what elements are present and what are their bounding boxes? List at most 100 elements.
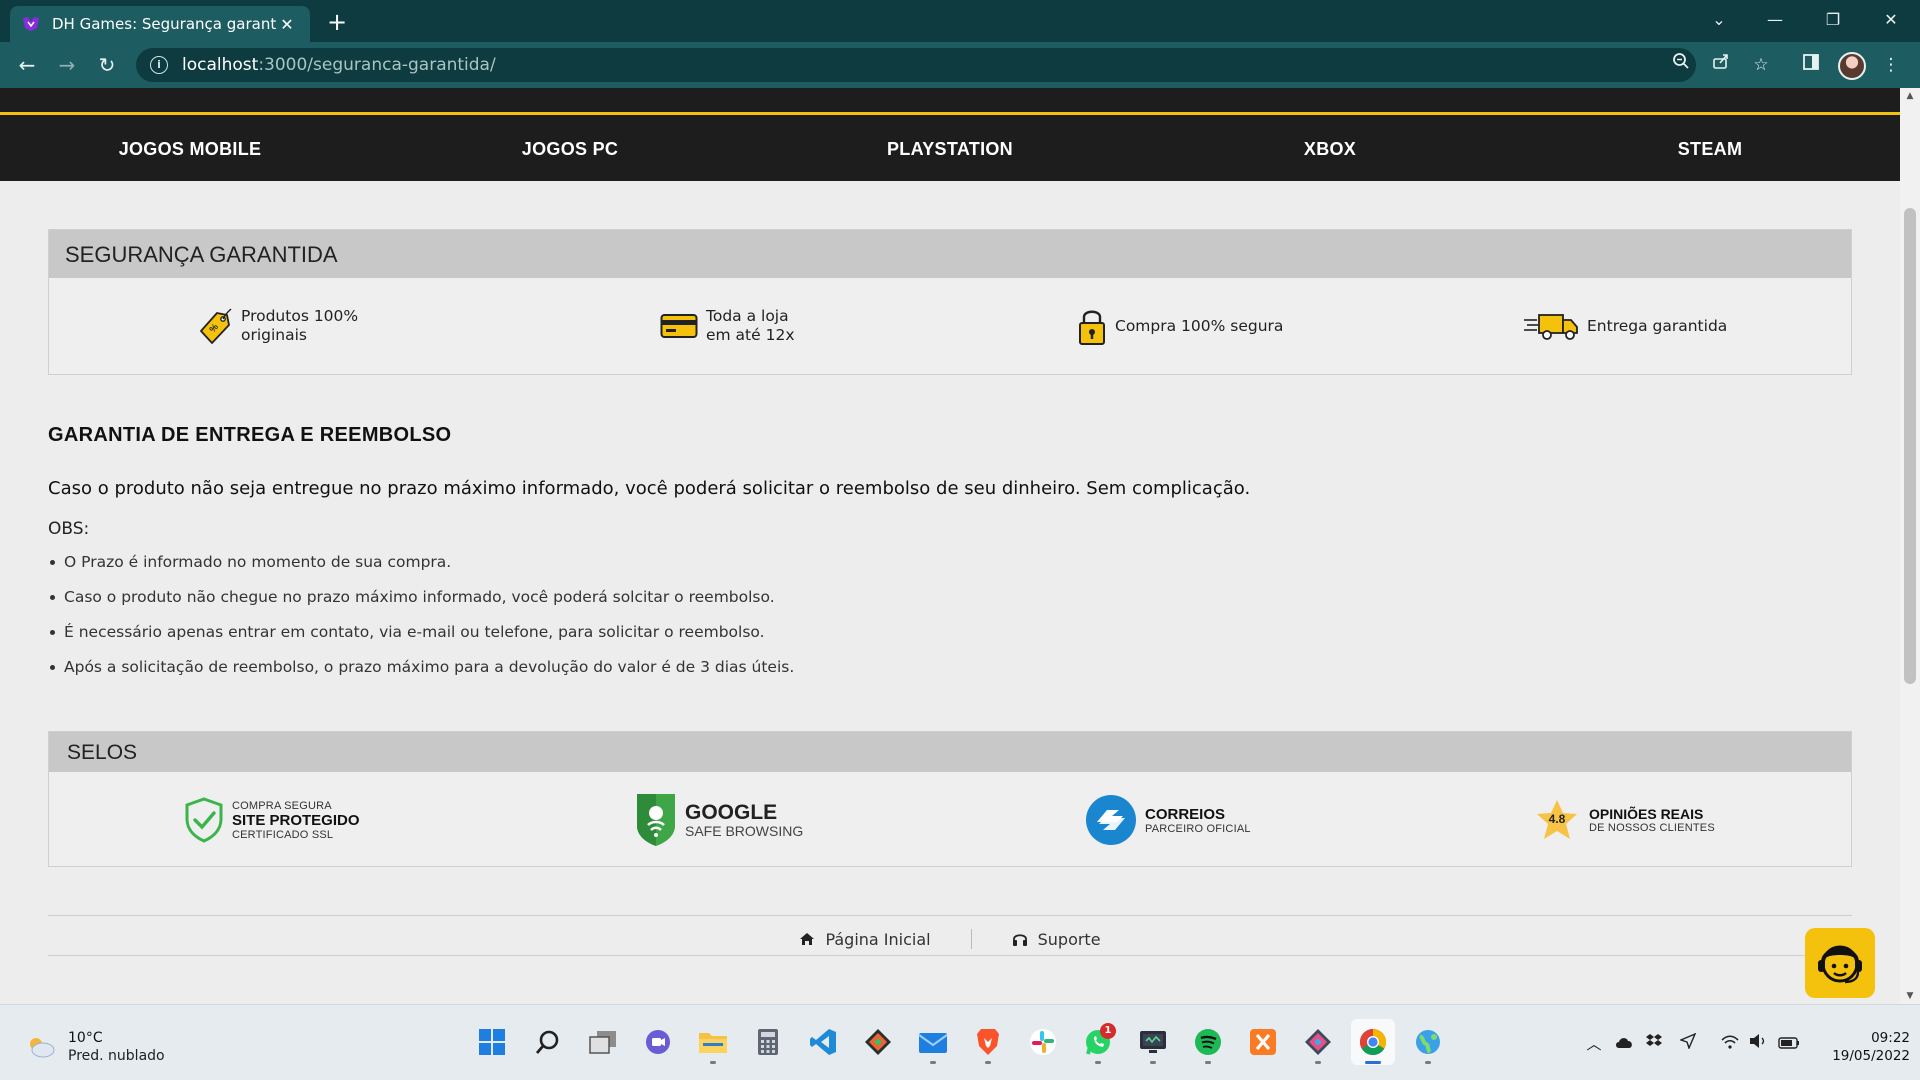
nav-jogos-mobile[interactable]: JOGOS MOBILE	[0, 115, 380, 181]
scroll-thumb[interactable]	[1904, 208, 1916, 684]
footer-link-home[interactable]: Página Inicial	[759, 930, 970, 949]
taskbar-git-tool-2[interactable]	[1296, 1019, 1340, 1065]
dropbox-icon[interactable]	[1642, 1029, 1666, 1059]
wifi-icon[interactable]	[1718, 1029, 1742, 1059]
guarantee-lead: Caso o produto não seja entregue no praz…	[48, 478, 1251, 499]
nav-playstation[interactable]: PLAYSTATION	[760, 115, 1140, 181]
taskbar-vscode[interactable]	[801, 1019, 845, 1065]
tray-overflow-chevron-icon[interactable]: ︿	[1582, 1029, 1606, 1059]
address-bar[interactable]: i localhost:3000/seguranca-garantida/	[136, 48, 1696, 82]
dh-games-favicon-icon	[23, 17, 39, 31]
share-icon[interactable]	[1706, 50, 1736, 80]
padlock-icon	[1079, 310, 1105, 345]
feature-secure-purchase: Compra 100% segura	[1077, 278, 1283, 374]
rating-value: 4.8	[1548, 812, 1566, 826]
task-view-button[interactable]	[581, 1019, 625, 1065]
taskbar-brave[interactable]	[966, 1019, 1010, 1065]
tag-icon: %	[200, 308, 232, 344]
taskbar-terminal-tool[interactable]	[1131, 1019, 1175, 1065]
weather-widget[interactable]: 10°C Pred. nublado	[26, 1029, 165, 1065]
bookmark-star-icon[interactable]: ☆	[1746, 50, 1776, 80]
taskbar-whatsapp[interactable]: 1	[1076, 1019, 1120, 1065]
footer-link-support[interactable]: Suporte	[972, 930, 1141, 949]
reload-button[interactable]: ↻	[92, 50, 122, 80]
chat-icon	[646, 1030, 670, 1054]
correios-logo-icon	[1086, 795, 1136, 845]
running-indicator	[1150, 1061, 1156, 1064]
taskbar-slack[interactable]	[1021, 1019, 1065, 1065]
new-tab-button[interactable]: +	[322, 8, 352, 38]
list-item: O Prazo é informado no momento de sua co…	[48, 545, 794, 580]
seal-main-text: SITE PROTEGIDO	[232, 811, 360, 829]
seal-correios: CORREIOS PARCEIRO OFICIAL	[1085, 772, 1251, 868]
search-button[interactable]	[526, 1019, 570, 1065]
feature-original-products: % Produtos 100% originais	[197, 278, 358, 374]
footer-links: Página Inicial Suporte	[0, 927, 1900, 951]
search-icon	[535, 1030, 559, 1054]
nav-jogos-pc[interactable]: JOGOS PC	[380, 115, 760, 181]
feature-label-line2: em até 12x	[706, 326, 795, 344]
taskbar-file-explorer[interactable]	[691, 1019, 735, 1065]
running-indicator	[710, 1061, 716, 1064]
volume-icon[interactable]	[1746, 1029, 1770, 1059]
taskbar-globe-app[interactable]	[1406, 1019, 1450, 1065]
profile-avatar[interactable]	[1838, 52, 1866, 80]
category-nav: JOGOS MOBILE JOGOS PC PLAYSTATION XBOX S…	[0, 115, 1900, 181]
running-indicator	[1095, 1061, 1101, 1064]
seal-sub-text: DE NOSSOS CLIENTES	[1589, 822, 1715, 834]
feature-guaranteed-delivery: Entrega garantida	[1523, 278, 1727, 374]
support-agent-icon	[1818, 945, 1862, 984]
nav-xbox[interactable]: XBOX	[1140, 115, 1520, 181]
windows-taskbar: 10°C Pred. nublado 1 ︿ 09:22 19/05/2022	[0, 1004, 1920, 1080]
seal-main-text: CORREIOS	[1145, 805, 1226, 823]
browser-tab[interactable]: DH Games: Segurança garantida ✕	[10, 6, 310, 42]
slack-icon	[1030, 1029, 1056, 1055]
onedrive-cloud-icon[interactable]	[1612, 1029, 1636, 1059]
taskbar-chrome[interactable]	[1351, 1019, 1395, 1065]
taskbar-spotify[interactable]	[1186, 1019, 1230, 1065]
clock-time: 09:22	[1871, 1030, 1910, 1046]
scroll-up-icon[interactable]: ▲	[1904, 90, 1916, 102]
start-button[interactable]	[470, 1019, 514, 1065]
page-scrollbar[interactable]: ▲ ▼	[1900, 88, 1920, 1004]
minimize-button[interactable]: —	[1752, 0, 1798, 42]
chrome-icon	[1359, 1028, 1387, 1056]
browser-tab-strip: DH Games: Segurança garantida ✕ + ⌄ — ❐ …	[0, 0, 1920, 42]
seals-box: SELOS COMPRA SEGURA SITE PROTEGIDO CERTI…	[48, 731, 1852, 867]
list-item: Caso o produto não chegue no prazo máxim…	[48, 580, 794, 615]
footer-divider-top	[48, 915, 1852, 916]
url-host: localhost	[182, 55, 259, 75]
browser-menu-icon[interactable]: ⋮	[1876, 50, 1906, 80]
location-arrow-icon[interactable]	[1676, 1029, 1700, 1059]
scroll-down-icon[interactable]: ▼	[1904, 990, 1916, 1002]
sourcetree-icon	[1305, 1029, 1331, 1055]
taskbar-clock[interactable]: 09:22 19/05/2022	[1812, 1029, 1910, 1065]
running-indicator	[1205, 1061, 1211, 1064]
taskbar-calculator[interactable]	[746, 1019, 790, 1065]
close-window-button[interactable]: ✕	[1868, 0, 1914, 42]
tab-close-icon[interactable]: ✕	[276, 15, 298, 34]
seal-sub-text: SAFE BROWSING	[685, 822, 804, 839]
feature-label-line1: Produtos 100%	[241, 307, 359, 325]
side-panel-icon[interactable]	[1796, 50, 1826, 80]
credit-card-icon	[660, 314, 698, 338]
header-strip	[0, 88, 1900, 115]
tab-search-chevron-icon[interactable]: ⌄	[1696, 0, 1742, 42]
zoom-icon[interactable]	[1666, 50, 1696, 80]
seal-site-protegido: COMPRA SEGURA SITE PROTEGIDO CERTIFICADO…	[184, 772, 360, 868]
taskbar-teams-chat[interactable]	[636, 1019, 680, 1065]
delivery-truck-icon	[1524, 314, 1578, 340]
taskbar-git-tool[interactable]	[856, 1019, 900, 1065]
site-info-icon[interactable]: i	[150, 56, 168, 74]
taskbar-xampp[interactable]	[1241, 1019, 1285, 1065]
folder-icon	[699, 1033, 727, 1053]
back-button[interactable]: ←	[12, 50, 42, 80]
battery-icon[interactable]	[1776, 1029, 1802, 1059]
feature-label-line1: Entrega garantida	[1587, 316, 1728, 335]
restore-button[interactable]: ❐	[1810, 0, 1856, 42]
taskbar-mail[interactable]	[911, 1019, 955, 1065]
support-chat-button[interactable]	[1805, 928, 1875, 998]
feature-installments: Toda a loja em até 12x	[660, 278, 795, 374]
nav-steam[interactable]: STEAM	[1520, 115, 1900, 181]
forward-button[interactable]: →	[52, 50, 82, 80]
